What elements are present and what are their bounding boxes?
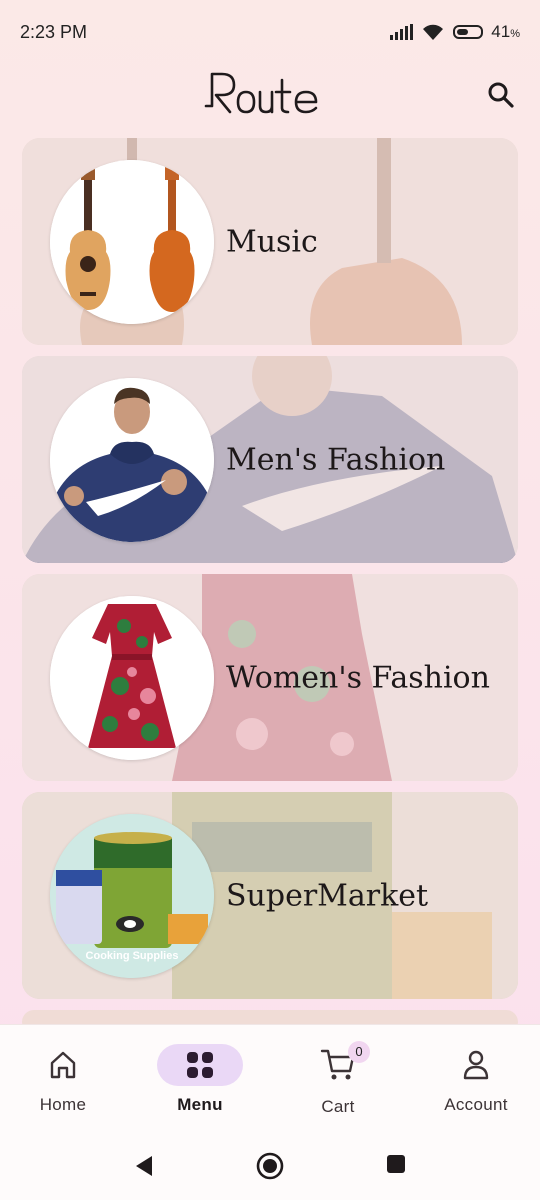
nav-menu[interactable]: Menu [140,1043,260,1115]
category-name: Men's Fashion [226,442,446,477]
back-icon[interactable] [132,1154,156,1178]
grid-icon [187,1052,213,1078]
home-circle-icon[interactable] [256,1152,284,1180]
active-indicator [157,1044,243,1086]
bottom-navigation: Home Menu 0 Cart Account [0,1024,540,1132]
nav-label: Menu [177,1095,223,1114]
category-card-womens-fashion[interactable]: Women's Fashion [22,574,518,781]
search-icon[interactable] [484,78,518,112]
status-bar: 2:23 PM 41% [0,0,540,64]
nav-label: Account [444,1095,508,1114]
nav-account[interactable]: Account [416,1043,536,1115]
category-name: Music [226,224,318,259]
category-name: Women's Fashion [226,660,490,695]
cart-badge: 0 [348,1041,370,1063]
category-card-music[interactable]: Music [22,138,518,345]
category-image: Cooking Supplies [50,814,214,978]
category-card-mens-fashion[interactable]: Men's Fashion [22,356,518,563]
route-logo [204,72,318,114]
battery-icon [453,25,484,39]
system-navigation-bar [0,1132,540,1200]
app-header [0,64,540,128]
nav-home[interactable]: Home [3,1043,123,1115]
user-icon [463,1050,489,1080]
category-name: SuperMarket [226,878,429,913]
category-image [50,596,214,760]
category-list: Music Men's Fashion Women's Fashion Cook… [22,138,518,1045]
wifi-icon [423,24,444,40]
nav-cart[interactable]: 0 Cart [278,1041,398,1117]
recents-icon[interactable] [386,1154,406,1174]
image-caption: Cooking Supplies [85,950,179,962]
status-icons: 41% [390,22,520,42]
category-image [50,378,214,542]
battery-level: 41% [491,22,520,41]
nav-label: Home [39,1095,87,1114]
status-time: 2:23 PM [20,22,88,42]
category-card-supermarket[interactable]: Cooking Supplies SuperMarket [22,792,518,999]
nav-label: Cart [321,1097,355,1116]
category-image [50,160,214,324]
home-icon [50,1051,76,1079]
signal-icon [390,24,414,40]
